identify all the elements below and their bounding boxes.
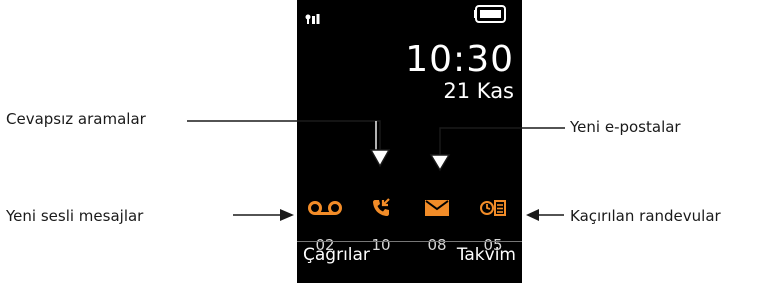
stage: Cevapsız aramalar Yeni sesli mesajlar Ye… <box>0 0 760 283</box>
callout-lines <box>187 120 565 221</box>
